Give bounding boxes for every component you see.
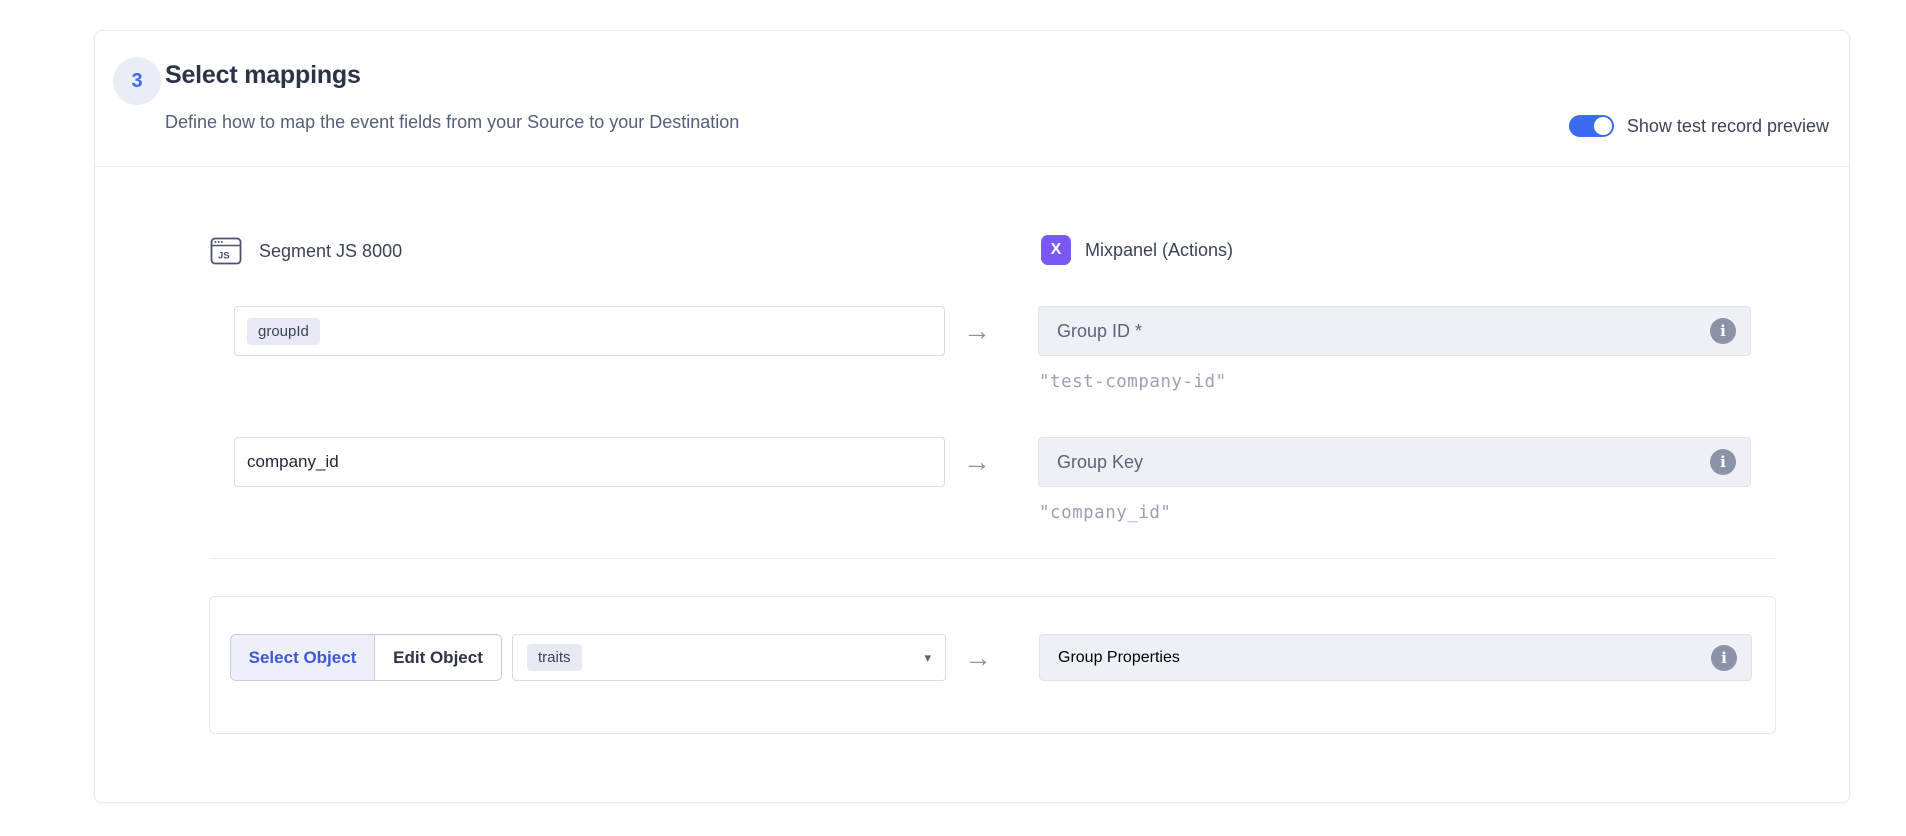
- select-object-button[interactable]: Select Object: [231, 635, 375, 680]
- info-icon[interactable]: i: [1711, 645, 1737, 671]
- toggle-label: Show test record preview: [1627, 116, 1829, 137]
- object-select-dropdown[interactable]: traits ▾: [512, 634, 946, 681]
- field-value: company_id: [247, 452, 339, 472]
- show-test-record-preview-toggle[interactable]: [1569, 115, 1614, 137]
- test-record-preview-value: "test-company-id": [1039, 372, 1227, 392]
- chevron-down-icon: ▾: [924, 650, 931, 666]
- source-field-input-groupid[interactable]: groupId: [234, 306, 945, 356]
- field-token[interactable]: groupId: [247, 318, 320, 345]
- arrow-right-icon: →: [955, 306, 999, 356]
- object-mode-segmented-control: Select Object Edit Object: [230, 634, 502, 681]
- destination-name: Mixpanel (Actions): [1085, 240, 1233, 261]
- dest-field-group-properties: Group Properties i: [1039, 634, 1752, 681]
- svg-text:JS: JS: [218, 251, 230, 262]
- dest-field-label: Group ID *: [1057, 321, 1142, 342]
- test-record-preview-toggle-group: Show test record preview: [1569, 115, 1829, 137]
- source-field-input-company-id[interactable]: company_id: [234, 437, 945, 487]
- arrow-right-icon: →: [955, 437, 999, 487]
- source-name: Segment JS 8000: [259, 241, 402, 262]
- arrow-right-icon: →: [956, 634, 1000, 681]
- section-divider: [209, 558, 1776, 559]
- dest-field-label: Group Key: [1057, 452, 1143, 473]
- step-number: 3: [131, 70, 142, 93]
- select-mappings-card: 3 Select mappings Define how to map the …: [94, 30, 1850, 803]
- browser-js-icon: JS: [209, 234, 243, 268]
- card-header: 3 Select mappings Define how to map the …: [95, 31, 1849, 167]
- info-icon[interactable]: i: [1710, 449, 1736, 475]
- edit-object-button[interactable]: Edit Object: [375, 635, 501, 680]
- step-number-badge: 3: [113, 57, 161, 105]
- info-icon[interactable]: i: [1710, 318, 1736, 344]
- object-mapping-box: Select Object Edit Object traits ▾ → Gro…: [209, 596, 1776, 734]
- toggle-knob: [1594, 117, 1612, 135]
- mixpanel-icon: X: [1041, 235, 1071, 265]
- destination-column-header: X Mixpanel (Actions): [1041, 235, 1233, 265]
- test-record-preview-value: "company_id": [1039, 503, 1171, 523]
- dest-field-group-id: Group ID * i: [1038, 306, 1751, 356]
- dest-field-group-key: Group Key i: [1038, 437, 1751, 487]
- dropdown-selected-token: traits: [527, 644, 582, 671]
- page-subtitle: Define how to map the event fields from …: [165, 112, 739, 133]
- source-column-header: JS Segment JS 8000: [209, 234, 402, 268]
- dest-field-label: Group Properties: [1058, 649, 1180, 667]
- page-title: Select mappings: [165, 61, 361, 90]
